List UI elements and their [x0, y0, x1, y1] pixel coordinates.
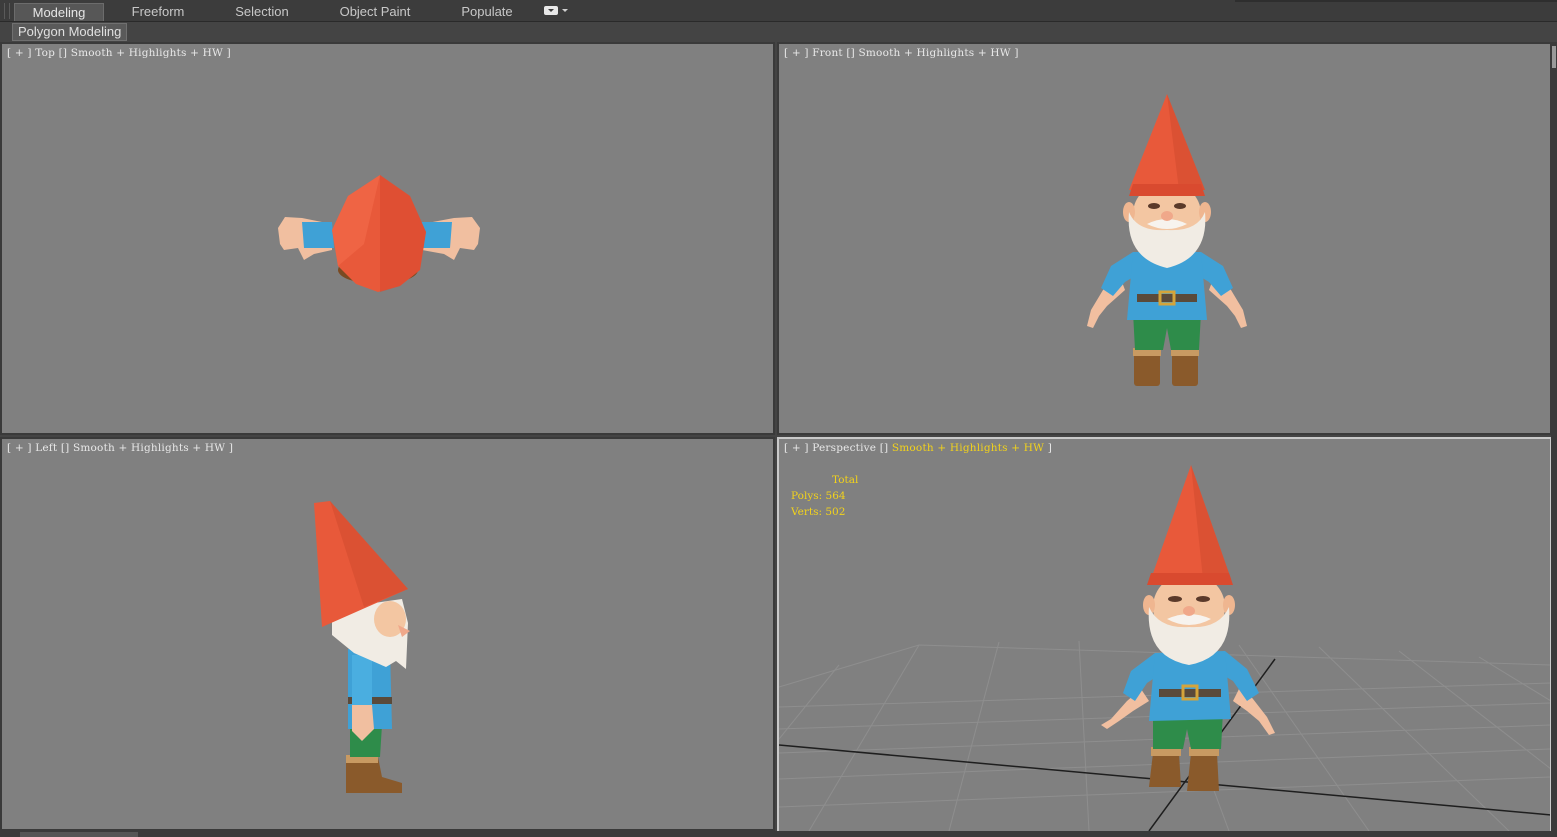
perspective-grid-and-gnome[interactable] [779, 439, 1550, 831]
ribbon-tab-bar: Modeling Freeform Selection Object Paint… [0, 0, 1557, 22]
bottom-strip-segment [20, 832, 138, 837]
ribbon-divider [1235, 0, 1557, 2]
gnome-model-top-view[interactable] [2, 44, 773, 433]
ribbon-grip-handle[interactable] [4, 3, 10, 19]
tab-populate[interactable]: Populate [450, 3, 524, 21]
gnome-model-left-view[interactable] [2, 439, 773, 829]
right-scrollbar[interactable] [1551, 42, 1557, 837]
tab-modeling[interactable]: Modeling [14, 3, 104, 21]
ribbon-options-dropdown-icon[interactable] [544, 6, 570, 18]
viewport-perspective[interactable]: [ + ] Perspective [] Smooth + Highlights… [777, 437, 1552, 833]
bottom-status-strip [0, 831, 1557, 837]
tab-selection[interactable]: Selection [222, 3, 302, 21]
ribbon-panel-bar: Polygon Modeling [0, 22, 1557, 42]
viewport-front[interactable]: [ + ] Front [] Smooth + Highlights + HW … [777, 42, 1552, 435]
tab-object-paint[interactable]: Object Paint [330, 3, 420, 21]
viewport-left[interactable]: [ + ] Left [] Smooth + Highlights + HW ] [0, 437, 775, 831]
gnome-model-front-view[interactable] [779, 44, 1550, 433]
tab-freeform[interactable]: Freeform [118, 3, 198, 21]
viewport-top[interactable]: [ + ] Top [] Smooth + Highlights + HW ] [0, 42, 775, 435]
scrollbar-thumb[interactable] [1552, 46, 1556, 68]
polygon-modeling-panel-button[interactable]: Polygon Modeling [12, 23, 128, 41]
